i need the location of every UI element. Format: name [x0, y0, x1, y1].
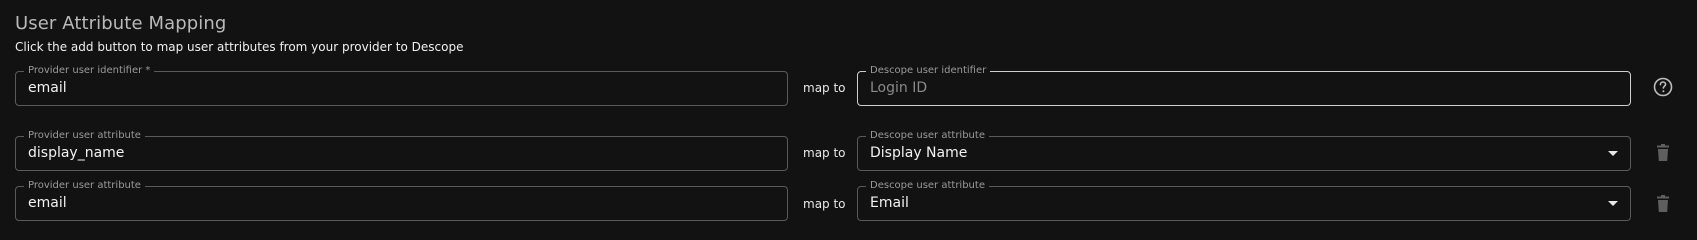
user-attribute-mapping-section: User Attribute Mapping Click the add but…	[0, 0, 1697, 240]
trash-icon[interactable]	[1655, 195, 1671, 213]
provider-user-attribute-label: Provider user attribute	[24, 179, 145, 193]
trash-icon[interactable]	[1655, 144, 1671, 162]
chevron-down-icon[interactable]	[1608, 201, 1618, 206]
descope-user-attribute-label: Descope user attribute	[866, 179, 989, 193]
provider-user-attribute-value: email	[28, 195, 67, 211]
provider-user-attribute-value: display_name	[28, 145, 125, 161]
descope-user-identifier-label: Descope user identifier	[866, 64, 991, 78]
descope-user-identifier-placeholder: Login ID	[870, 80, 928, 96]
map-to-label: map to	[803, 146, 846, 160]
descope-user-identifier-field[interactable]: Descope user identifier Login ID	[857, 64, 1631, 106]
descope-user-attribute-value: Email	[870, 195, 909, 211]
chevron-down-icon[interactable]	[1608, 151, 1618, 156]
descope-user-attribute-label: Descope user attribute	[866, 129, 989, 143]
provider-user-attribute-label: Provider user attribute	[24, 129, 145, 143]
descope-user-attribute-select[interactable]: Descope user attribute Display Name	[857, 129, 1631, 171]
map-to-label: map to	[803, 197, 846, 211]
descope-user-attribute-value: Display Name	[870, 145, 968, 161]
section-title: User Attribute Mapping	[15, 13, 227, 34]
provider-user-attribute-field[interactable]: Provider user attribute email	[15, 179, 788, 221]
provider-user-identifier-value: email	[28, 80, 67, 96]
provider-user-identifier-field[interactable]: Provider user identifier * email	[15, 64, 788, 106]
descope-user-attribute-select[interactable]: Descope user attribute Email	[857, 179, 1631, 221]
provider-user-identifier-label: Provider user identifier *	[24, 64, 155, 78]
help-circle-icon[interactable]	[1653, 77, 1673, 97]
map-to-label: map to	[803, 81, 846, 95]
section-subtitle: Click the add button to map user attribu…	[15, 40, 464, 54]
provider-user-attribute-field[interactable]: Provider user attribute display_name	[15, 129, 788, 171]
